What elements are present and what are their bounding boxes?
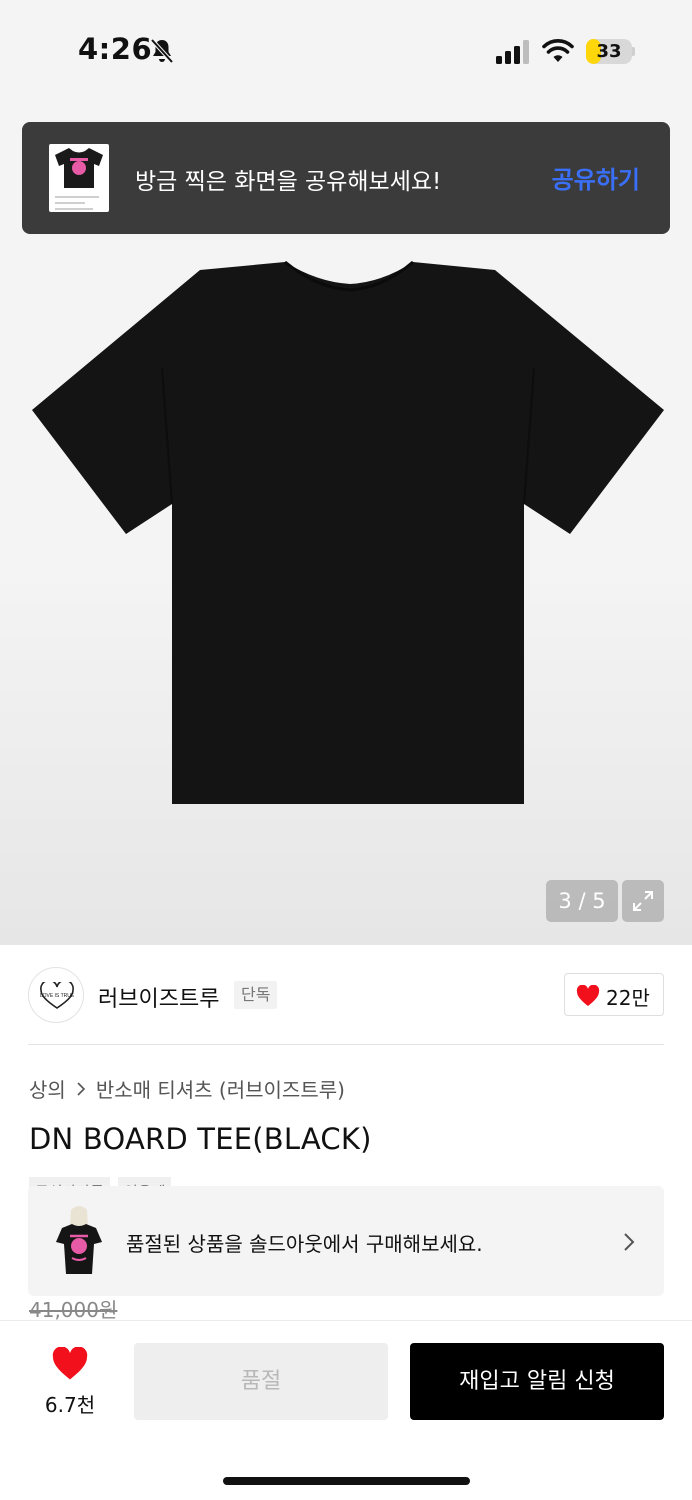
soldout-banner-text: 품절된 상품을 솔드아웃에서 구매해보세요.: [126, 1232, 483, 1256]
model-thumbnail: [50, 1204, 108, 1278]
soldout-button: 품절: [134, 1343, 388, 1420]
bottom-action-bar: 6.7천 품절 재입고 알림 신청: [0, 1320, 692, 1500]
battery-icon: 33: [586, 39, 632, 64]
brand-name[interactable]: 러브이즈트루: [98, 981, 219, 1013]
screenshot-thumbnail[interactable]: [49, 144, 109, 212]
heart-logo-icon: LOVE IS TRUE: [40, 982, 75, 1009]
brand-like-count: 22만: [606, 986, 650, 1010]
chevron-right-icon: [624, 1233, 635, 1251]
product-title: DN BOARD TEE(BLACK): [29, 1122, 372, 1156]
bell-muted-icon: [150, 38, 174, 64]
breadcrumb-category[interactable]: 상의: [29, 1074, 66, 1103]
brand-logo-text: LOVE IS TRUE: [40, 993, 75, 999]
breadcrumb: 상의 반소매 티셔츠 (러브이즈트루): [29, 1074, 345, 1103]
brand-logo[interactable]: LOVE IS TRUE: [28, 967, 84, 1023]
thumbnail-line: [55, 208, 93, 210]
exclusive-tag: 단독: [234, 981, 278, 1009]
thumbnail-line: [55, 202, 85, 204]
tshirt-thumbnail-icon: [55, 148, 103, 188]
share-button[interactable]: 공유하기: [552, 160, 640, 195]
wishlist-button[interactable]: 6.7천: [30, 1343, 110, 1423]
chevron-right-icon: [77, 1081, 85, 1096]
divider: [28, 1044, 664, 1045]
heart-icon: [52, 1347, 88, 1380]
share-toast: 방금 찍은 화면을 공유해보세요! 공유하기: [22, 122, 670, 234]
product-gallery[interactable]: 4:26 33 방금 찍은 화면을 공유해보세요! 공유하기 3 / 5: [0, 0, 692, 945]
status-time: 4:26: [78, 32, 153, 66]
breadcrumb-subcategory[interactable]: 반소매 티셔츠 (러브이즈트루): [96, 1074, 345, 1103]
battery-percent: 33: [596, 41, 622, 62]
soldout-banner[interactable]: 품절된 상품을 솔드아웃에서 구매해보세요.: [28, 1186, 664, 1296]
brand-row: LOVE IS TRUE 러브이즈트루 단독 22만: [0, 945, 692, 1045]
share-toast-message: 방금 찍은 화면을 공유해보세요!: [135, 169, 442, 195]
status-bar: 4:26 33: [0, 0, 692, 100]
restock-alert-button[interactable]: 재입고 알림 신청: [410, 1343, 664, 1420]
fullscreen-button[interactable]: [622, 880, 664, 922]
image-counter: 3 / 5: [546, 880, 618, 922]
expand-icon: [633, 891, 653, 911]
original-price: 41,000원: [29, 1298, 118, 1322]
cellular-signal-icon: [496, 40, 529, 64]
thumbnail-line: [55, 196, 99, 198]
home-indicator: [223, 1477, 470, 1485]
wifi-icon: [542, 39, 574, 62]
brand-like-button[interactable]: 22만: [564, 973, 664, 1016]
wishlist-count: 6.7천: [44, 1393, 96, 1417]
battery-tip: [632, 47, 635, 56]
product-image-tshirt-back[interactable]: [30, 258, 664, 806]
heart-icon: [576, 985, 600, 1006]
